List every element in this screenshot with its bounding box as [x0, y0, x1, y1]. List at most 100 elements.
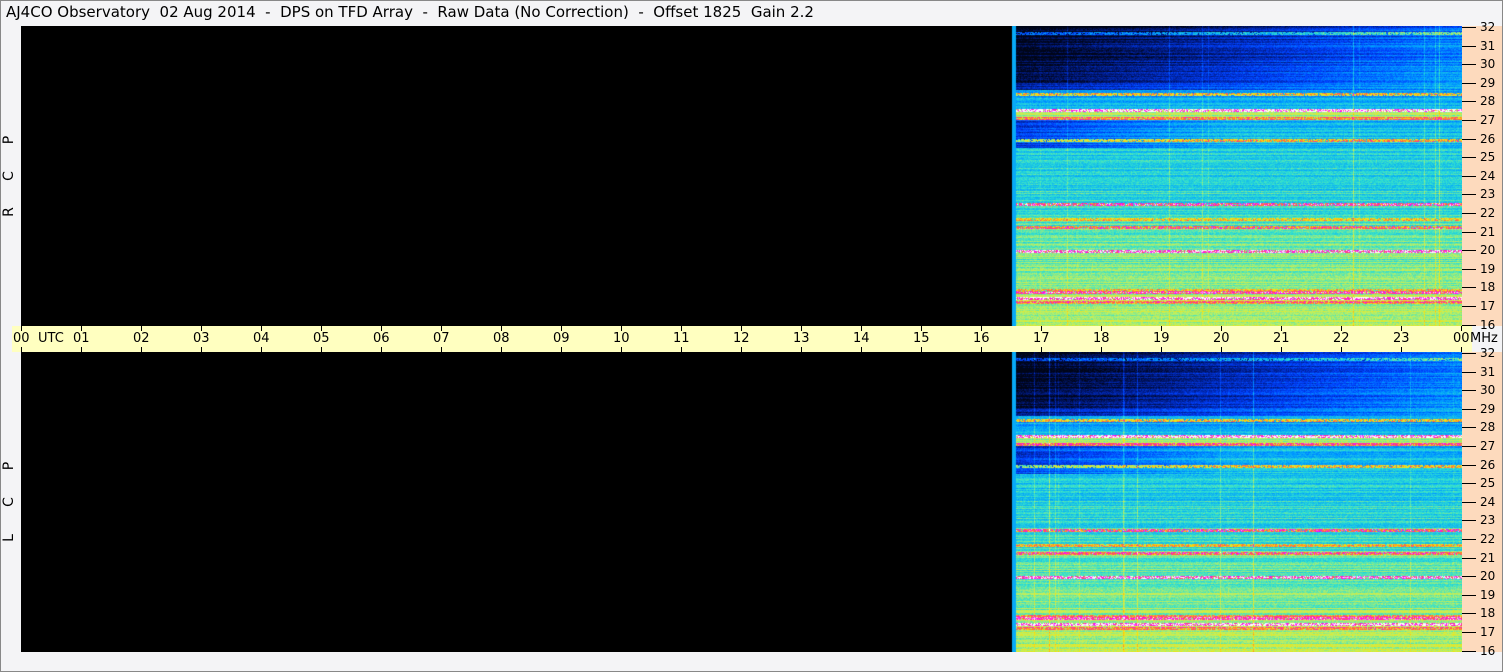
frequency-tick	[1462, 64, 1476, 66]
time-tick	[201, 347, 202, 352]
chart-title: AJ4CO Observatory 02 Aug 2014 - DPS on T…	[6, 3, 814, 21]
frequency-tick	[1462, 464, 1476, 466]
frequency-tick-label: 29	[1480, 75, 1496, 90]
frequency-tick-label: 23	[1480, 513, 1496, 528]
time-tick	[1341, 347, 1342, 352]
frequency-tick-label: 21	[1480, 550, 1496, 565]
pol-letter: L	[1, 534, 17, 542]
frequency-axis-lcp: 32 31 30 29 28 27 26 25 24 23 22 21 20 19 18 17 16	[1462, 347, 1503, 657]
frequency-tick	[1462, 576, 1476, 578]
frequency-tick-label: 19	[1480, 261, 1496, 276]
time-tick-label: 10	[613, 331, 630, 346]
time-tick	[441, 347, 442, 352]
frequency-tick	[1462, 194, 1476, 196]
frequency-tick	[1462, 268, 1476, 270]
frequency-tick-label: 16	[1480, 643, 1496, 658]
frequency-tick-label: 20	[1480, 243, 1496, 258]
frequency-tick	[1462, 45, 1476, 47]
frequency-tick	[1462, 632, 1476, 633]
time-tick-label: 06	[373, 331, 390, 346]
pol-letter: P	[1, 135, 17, 145]
frequency-tick-label: 27	[1480, 439, 1496, 453]
frequency-tick-label: 24	[1480, 168, 1496, 183]
time-tick	[501, 347, 502, 352]
time-tick	[1401, 347, 1402, 352]
frequency-tick-label: 22	[1480, 206, 1496, 220]
time-tick-label: 00	[13, 331, 30, 346]
frequency-tick	[1462, 650, 1476, 652]
pol-letter: C	[1, 497, 17, 507]
time-tick	[621, 347, 622, 352]
polarization-label-lcp: L C P	[1, 456, 18, 556]
time-tick-label: 20	[1213, 331, 1230, 346]
frequency-tick-label: 18	[1480, 606, 1496, 621]
time-tick-label: 03	[193, 331, 210, 346]
time-tick	[21, 347, 22, 352]
pol-letter: R	[1, 207, 17, 217]
frequency-tick-label: 30	[1480, 57, 1496, 72]
frequency-tick-label: 29	[1480, 401, 1496, 416]
time-tick	[1281, 347, 1282, 352]
frequency-tick	[1462, 213, 1476, 214]
frequency-tick-label: 32	[1480, 20, 1496, 34]
time-tick	[561, 347, 562, 352]
time-tick	[1101, 347, 1102, 352]
time-tick	[321, 347, 322, 352]
frequency-tick-label: 32	[1480, 346, 1496, 360]
frequency-tick-label: 16	[1480, 317, 1496, 332]
frequency-tick	[1462, 120, 1476, 121]
time-tick-label: 21	[1273, 331, 1290, 346]
frequency-tick	[1462, 231, 1476, 233]
time-tick	[801, 347, 802, 352]
frequency-tick	[1462, 539, 1476, 540]
spectrogram-lcp-canvas	[21, 352, 1462, 652]
time-tick-label: 15	[913, 331, 930, 346]
frequency-tick	[1462, 82, 1476, 84]
frequency-tick-label: 17	[1480, 625, 1496, 639]
frequency-tick	[1462, 250, 1476, 252]
time-tick-label: 22	[1333, 331, 1350, 346]
time-tick-label: 09	[553, 331, 570, 346]
frequency-tick-label: 25	[1480, 150, 1496, 165]
time-tick-label: 08	[493, 331, 510, 346]
frequency-tick-label: 24	[1480, 494, 1496, 509]
frequency-axis-rcp: 32 31 30 29 28 27 26 25 24 23 22 21 20 19 18 17 16	[1462, 21, 1503, 331]
spectrogram-lcp	[21, 352, 1462, 652]
time-tick-label: 00	[1453, 331, 1470, 346]
spectrogram-rcp	[21, 26, 1462, 326]
time-tick	[741, 347, 742, 352]
frequency-tick	[1462, 427, 1476, 429]
frequency-tick	[1462, 557, 1476, 559]
time-tick-label: 01	[73, 331, 90, 346]
polarization-label-rcp: R C P	[1, 130, 18, 230]
frequency-tick-label: 31	[1480, 364, 1496, 379]
frequency-tick	[1462, 594, 1476, 596]
frequency-tick	[1462, 371, 1476, 373]
frequency-tick	[1462, 390, 1476, 392]
time-tick-label: 16	[973, 331, 990, 346]
frequency-tick-label: 25	[1480, 476, 1496, 491]
frequency-tick-label: 26	[1480, 131, 1496, 146]
time-tick	[1041, 347, 1042, 352]
frequency-tick	[1462, 27, 1476, 28]
frequency-tick	[1462, 324, 1476, 326]
frequency-tick-label: 22	[1480, 532, 1496, 546]
frequency-tick-label: 19	[1480, 587, 1496, 602]
time-tick	[81, 347, 82, 352]
time-tick	[681, 347, 682, 352]
frequency-tick-label: 28	[1480, 420, 1496, 435]
frequency-tick-label: 28	[1480, 94, 1496, 109]
frequency-tick	[1462, 157, 1476, 159]
time-tick-label: 23	[1393, 331, 1410, 346]
time-tick	[981, 347, 982, 352]
frequency-tick	[1462, 353, 1476, 354]
time-tick	[921, 347, 922, 352]
time-tick-label: 13	[793, 331, 810, 346]
spectrogram-rcp-canvas	[21, 26, 1462, 326]
frequency-tick-label: 23	[1480, 187, 1496, 202]
time-tick	[1221, 347, 1222, 352]
time-tick-label: 19	[1153, 331, 1170, 346]
time-tick	[381, 347, 382, 352]
time-tick-label: 14	[853, 331, 870, 346]
frequency-tick	[1462, 101, 1476, 103]
